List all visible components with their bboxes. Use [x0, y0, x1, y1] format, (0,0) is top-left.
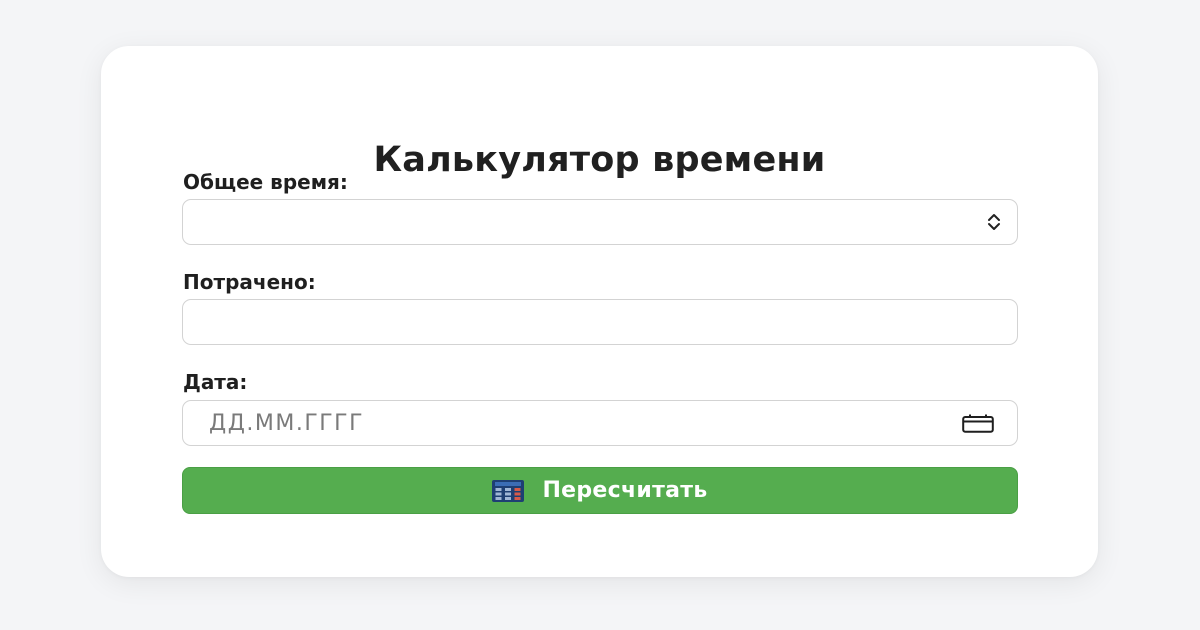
recalculate-button-content[interactable]: Пересчитать	[183, 468, 1017, 513]
recalculate-button-label: Пересчитать	[542, 477, 708, 503]
date-placeholder: ДД.ММ.ГГГГ	[209, 411, 364, 436]
spent-label: Потрачено:	[183, 270, 316, 294]
date-input[interactable]: ДД.ММ.ГГГГ	[182, 400, 1018, 446]
date-label: Дата:	[183, 370, 248, 394]
calculator-icon	[492, 479, 525, 502]
spent-input[interactable]	[182, 299, 1018, 345]
recalculate-button[interactable]: Пересчитать	[182, 467, 1018, 514]
calendar-icon[interactable]	[962, 414, 994, 433]
total-time-input[interactable]	[182, 199, 1018, 245]
total-time-label: Общее время:	[183, 170, 348, 194]
calculator-card: Калькулятор времени Общее время: Потраче…	[101, 46, 1098, 577]
spinner-arrows-icon[interactable]	[987, 213, 1001, 231]
